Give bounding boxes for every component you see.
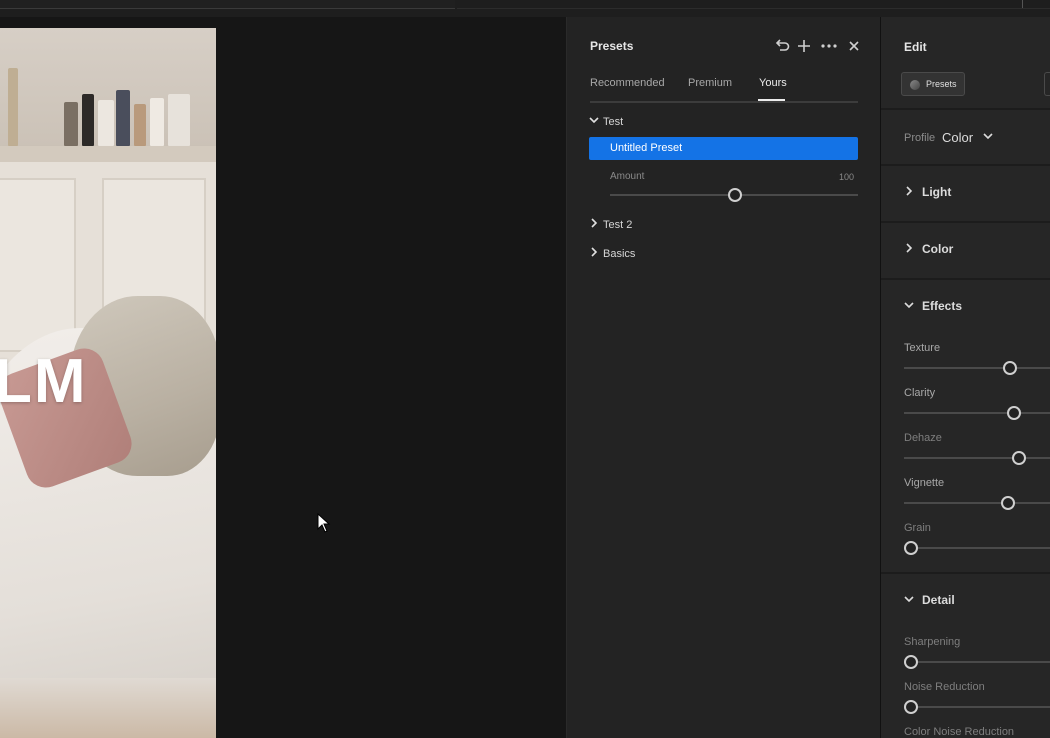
dehaze-slider-thumb[interactable] <box>1012 451 1026 465</box>
grain-slider-thumb[interactable] <box>904 541 918 555</box>
chevron-right-icon <box>589 247 603 260</box>
vignette-slider-thumb[interactable] <box>1001 496 1015 510</box>
section-light[interactable]: Light <box>904 185 951 199</box>
photo-floor <box>0 678 216 738</box>
chevron-right-icon <box>904 242 922 256</box>
chevron-right-icon <box>904 185 922 199</box>
amount-value: 100 <box>839 172 855 182</box>
section-label: Effects <box>922 299 963 313</box>
sharpening-slider-thumb[interactable] <box>904 655 918 669</box>
section-divider <box>881 278 1050 280</box>
plus-icon[interactable] <box>796 37 812 55</box>
preset-item-label: Untitled Preset <box>610 142 683 154</box>
vignette-slider-track[interactable] <box>904 502 1050 504</box>
section-effects[interactable]: Effects <box>904 299 962 313</box>
slider-label-clarity: Clarity <box>904 387 936 399</box>
section-divider <box>881 164 1050 166</box>
slider-label-sharpening: Sharpening <box>904 636 961 648</box>
section-divider <box>881 221 1050 223</box>
section-divider <box>881 572 1050 574</box>
section-label: Color <box>922 242 954 256</box>
top-bar <box>0 0 1050 17</box>
presets-panel-title: Presets <box>590 39 634 53</box>
active-tab-indicator <box>758 99 785 101</box>
photo-bottle <box>134 104 146 146</box>
photo-bottle <box>64 102 78 146</box>
photo-bottle <box>8 68 18 146</box>
slider-label-texture: Texture <box>904 342 941 354</box>
noise-reduction-slider-thumb[interactable] <box>904 700 918 714</box>
slider-label-vignette: Vignette <box>904 477 945 489</box>
section-detail[interactable]: Detail <box>904 593 955 607</box>
tab-recommended[interactable]: Recommended <box>590 77 665 89</box>
close-icon[interactable] <box>847 37 861 55</box>
panel-edge-button[interactable] <box>1044 72 1050 96</box>
texture-slider-thumb[interactable] <box>1003 361 1017 375</box>
chevron-down-icon[interactable] <box>982 130 994 145</box>
presets-tabs: Recommended Premium Yours <box>590 77 858 103</box>
photo-shelf <box>0 146 216 162</box>
preset-item-selected[interactable]: Untitled Preset <box>589 137 858 160</box>
undo-icon[interactable] <box>774 37 790 55</box>
tab-yours[interactable]: Yours <box>759 77 787 89</box>
texture-slider-track[interactable] <box>904 367 1050 369</box>
chevron-down-icon <box>904 593 922 607</box>
slider-label-noise-reduction: Noise Reduction <box>904 681 985 693</box>
section-color[interactable]: Color <box>904 242 953 256</box>
section-label: Light <box>922 185 952 199</box>
preset-group-test-2[interactable]: Test 2 <box>589 218 632 231</box>
preset-group-label: Basics <box>603 248 636 260</box>
clarity-slider-track[interactable] <box>904 412 1050 414</box>
photo-bottle <box>116 90 130 146</box>
photo-bottle <box>168 94 190 146</box>
presets-panel: Presets Recommended Premium Yours Test U… <box>566 17 881 738</box>
preset-group-label: Test 2 <box>603 219 633 231</box>
profile-label: Profile <box>904 132 936 144</box>
slider-label-dehaze: Dehaze <box>904 432 942 444</box>
profile-dropdown[interactable]: Color <box>942 130 973 145</box>
preset-group-test[interactable]: Test <box>589 115 623 128</box>
photo-canvas[interactable]: LM <box>0 28 216 738</box>
photo-bottle <box>98 100 114 146</box>
preset-group-label: Test <box>603 116 624 128</box>
section-divider <box>881 108 1050 110</box>
more-icon[interactable] <box>820 37 838 55</box>
edit-panel-title: Edit <box>904 40 927 54</box>
noise-reduction-slider-track[interactable] <box>904 706 1050 708</box>
mouse-cursor-icon <box>317 513 331 533</box>
amount-slider-thumb[interactable] <box>728 188 742 202</box>
top-bar-right <box>457 0 1050 9</box>
tab-premium[interactable]: Premium <box>688 77 732 89</box>
sharpening-slider-track[interactable] <box>904 661 1050 663</box>
slider-label-grain: Grain <box>904 522 931 534</box>
clarity-slider-thumb[interactable] <box>1007 406 1021 420</box>
photo-cabinet-door <box>0 178 76 352</box>
photo-overlay-text: LM <box>0 347 88 416</box>
chevron-down-icon <box>904 299 922 313</box>
presets-button-label: Presets <box>926 79 957 89</box>
section-label: Detail <box>922 593 955 607</box>
chevron-down-icon <box>589 115 603 128</box>
top-bar-left <box>0 0 455 9</box>
presets-button[interactable]: Presets <box>901 72 965 96</box>
amount-label: Amount <box>610 171 645 182</box>
grain-slider-track[interactable] <box>904 547 1050 549</box>
photo-bottle <box>150 98 164 146</box>
edit-panel: Edit Presets Profile Color Light Color E… <box>880 17 1050 738</box>
top-bar-divider <box>1022 0 1023 8</box>
dehaze-slider-track[interactable] <box>904 457 1050 459</box>
chevron-right-icon <box>589 218 603 231</box>
photo-bottle <box>82 94 94 146</box>
slider-label-color-noise-reduction: Color Noise Reduction <box>904 726 1015 738</box>
preset-group-basics[interactable]: Basics <box>589 247 635 260</box>
presets-icon <box>910 80 920 90</box>
